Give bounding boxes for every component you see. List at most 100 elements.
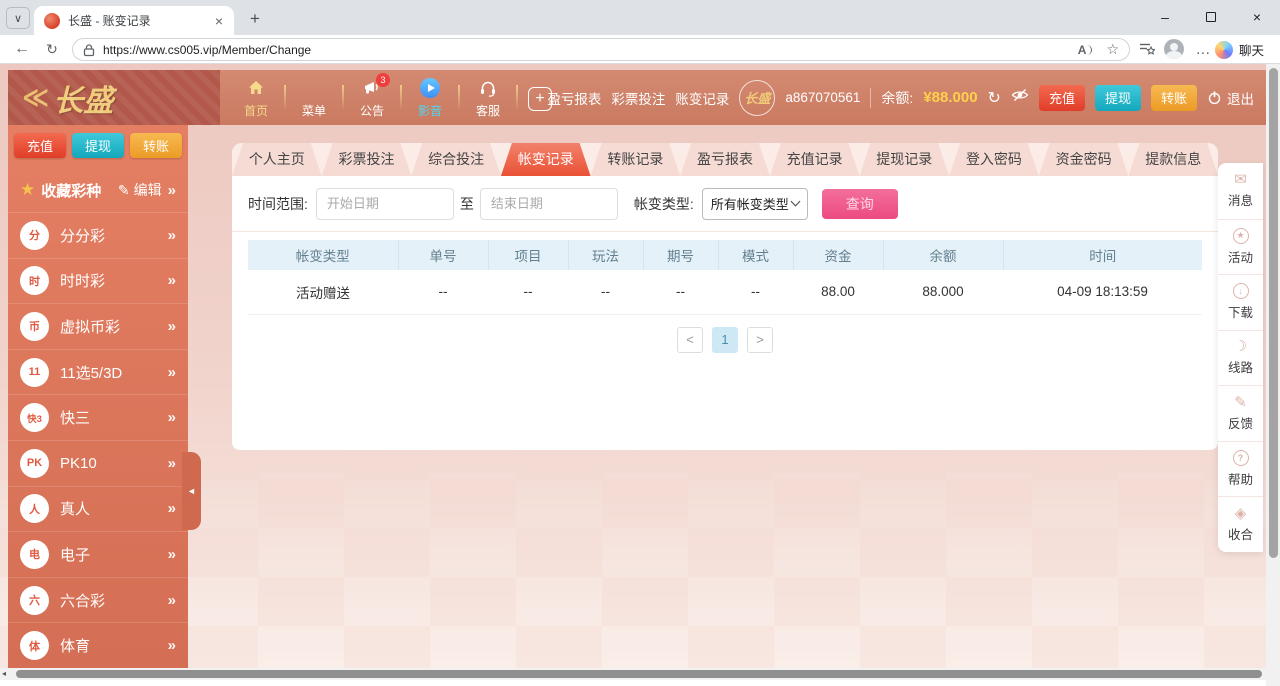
site-logo[interactable]: ≪ 长盛 xyxy=(8,70,220,125)
sidebar-transfer-button[interactable]: 转账 xyxy=(130,133,182,158)
pagination-next-button[interactable]: > xyxy=(747,327,773,353)
tab-deposit-records[interactable]: 充值记录 xyxy=(770,143,860,176)
change-type-select[interactable]: 所有帐变类型 xyxy=(702,188,808,220)
edit-favorites-button[interactable]: ✎ 编辑 xyxy=(118,180,162,200)
sidebar-item-11x5-3d[interactable]: 11 11选5/3D » xyxy=(8,349,188,395)
lock-icon xyxy=(83,43,95,57)
table-row: 活动赠送 -- -- -- -- -- 88.00 88.000 04-09 1… xyxy=(248,270,1202,314)
nav-item-home[interactable]: 首页 xyxy=(228,77,284,119)
toolbar-activities[interactable]: ★ 活动 xyxy=(1218,219,1263,275)
browser-tab[interactable]: 长盛 - 账变记录 × xyxy=(34,6,234,35)
sidebar-deposit-button[interactable]: 充值 xyxy=(14,133,66,158)
sidebar-item-slots[interactable]: 电 电子 » xyxy=(8,531,188,577)
toolbar-lines[interactable]: ☽ 线路 xyxy=(1218,330,1263,386)
member-tabs: 个人主页 彩票投注 综合投注 帐变记录 转账记录 盈亏报表 充值记录 提现记录 … xyxy=(232,143,1218,176)
withdraw-button[interactable]: 提现 xyxy=(1095,85,1141,111)
nav-item-menu[interactable]: 菜单 xyxy=(286,77,342,119)
logo-chevron-icon: ≪ xyxy=(22,82,45,113)
sidebar-item-ssc[interactable]: 时 时时彩 » xyxy=(8,258,188,304)
nav-item-media[interactable]: 影音 xyxy=(402,77,458,119)
sidebar-item-fast3[interactable]: 快3 快三 » xyxy=(8,394,188,440)
tab-combined-bets[interactable]: 综合投注 xyxy=(411,143,501,176)
tab-lottery-bets[interactable]: 彩票投注 xyxy=(322,143,412,176)
hide-balance-icon[interactable] xyxy=(1011,88,1029,107)
address-bar[interactable]: https://www.cs005.vip/Member/Change A ☆ xyxy=(72,38,1130,61)
pagination-page-1[interactable]: 1 xyxy=(712,327,738,353)
col-time: 时间 xyxy=(1003,240,1202,270)
scroll-left-arrow-icon[interactable]: ◂ xyxy=(2,669,6,679)
chevron-right-icon: » xyxy=(168,546,176,563)
link-lottery-bets[interactable]: 彩票投注 xyxy=(611,88,665,108)
chevron-right-icon: » xyxy=(168,272,176,289)
sidebar-item-live[interactable]: 人 真人 » xyxy=(8,486,188,532)
logout-button[interactable]: 退出 xyxy=(1207,88,1254,108)
favorite-lotteries-row[interactable]: ★ 收藏彩种 ✎ 编辑 » xyxy=(8,168,188,212)
tab-withdrawal-info[interactable]: 提款信息 xyxy=(1128,143,1218,176)
read-aloud-icon[interactable]: A xyxy=(1078,43,1093,57)
to-label: 至 xyxy=(460,194,474,214)
search-button[interactable]: 查询 xyxy=(822,189,898,219)
user-logo-badge: 长盛 xyxy=(739,80,775,116)
toolbar-download[interactable]: ↓ 下载 xyxy=(1218,274,1263,330)
minute-lottery-icon: 分 xyxy=(20,221,49,250)
horizontal-scrollbar[interactable]: ◂ xyxy=(0,668,1266,680)
link-account-change[interactable]: 账变记录 xyxy=(675,88,729,108)
collections-icon[interactable] xyxy=(1136,35,1158,63)
sidebar-collapse-handle[interactable]: ◄ xyxy=(182,452,201,530)
sidebar-item-pk10[interactable]: PK PK10 » xyxy=(8,440,188,486)
tab-profit-report[interactable]: 盈亏报表 xyxy=(680,143,770,176)
sidebar-item-sports[interactable]: 体 体育 » xyxy=(8,622,188,668)
back-button[interactable]: ← xyxy=(10,35,34,63)
copilot-chat-button[interactable]: 聊天 xyxy=(1207,37,1272,62)
window-close-button[interactable]: × xyxy=(1234,0,1280,33)
avatar-icon xyxy=(1164,39,1184,59)
col-mode: 模式 xyxy=(718,240,793,270)
vertical-scrollbar[interactable] xyxy=(1266,64,1280,668)
reload-button[interactable]: ↻ xyxy=(40,35,64,63)
toolbar-help[interactable]: ? 帮助 xyxy=(1218,441,1263,497)
tab-account-change[interactable]: 帐变记录 xyxy=(501,143,591,176)
window-maximize-button[interactable] xyxy=(1188,0,1234,33)
cell-item: -- xyxy=(488,270,568,314)
sidebar-item-mark-six[interactable]: 六 六合彩 » xyxy=(8,577,188,623)
end-date-input[interactable] xyxy=(480,188,618,220)
transfer-button[interactable]: 转账 xyxy=(1151,85,1197,111)
chevron-right-icon: » xyxy=(168,500,176,517)
deposit-button[interactable]: 充值 xyxy=(1039,85,1085,111)
maximize-icon xyxy=(1206,12,1216,22)
nav-item-customer-service[interactable]: 客服 xyxy=(460,77,516,119)
sidebar-item-ffc[interactable]: 分 分分彩 » xyxy=(8,212,188,258)
change-type-label: 帐变类型: xyxy=(634,194,694,214)
toolbar-feedback[interactable]: ✎ 反馈 xyxy=(1218,385,1263,441)
tab-login-password[interactable]: 登入密码 xyxy=(949,143,1039,176)
chevron-right-icon: » xyxy=(168,227,176,244)
window-minimize-button[interactable]: – xyxy=(1142,0,1188,33)
profile-avatar[interactable] xyxy=(1162,35,1186,63)
nav-item-announcements[interactable]: 公告 3 xyxy=(344,77,400,119)
col-issue: 期号 xyxy=(643,240,718,270)
toolbar-collapse[interactable]: ◈ 收合 xyxy=(1218,496,1263,552)
tab-search-chevron-icon[interactable]: ∨ xyxy=(6,7,30,29)
nav-divider xyxy=(516,85,518,109)
favorite-star-icon[interactable]: ☆ xyxy=(1106,41,1119,58)
sidebar-item-crypto[interactable]: 币 虚拟币彩 » xyxy=(8,303,188,349)
vertical-scrollbar-thumb[interactable] xyxy=(1269,68,1278,558)
cell-time: 04-09 18:13:59 xyxy=(1003,270,1202,314)
sidebar-withdraw-button[interactable]: 提现 xyxy=(72,133,124,158)
tab-withdraw-records[interactable]: 提现记录 xyxy=(859,143,949,176)
horizontal-scrollbar-thumb[interactable] xyxy=(16,670,1262,678)
refresh-balance-icon[interactable]: ↻ xyxy=(988,88,1001,108)
tab-transfer-records[interactable]: 转账记录 xyxy=(591,143,681,176)
tab-close-icon[interactable]: × xyxy=(212,13,226,29)
favorite-lotteries-label: 收藏彩种 xyxy=(41,180,112,201)
pagination-prev-button[interactable]: < xyxy=(677,327,703,353)
pagination: < 1 > xyxy=(232,327,1218,353)
toolbar-messages[interactable]: ✉ 消息 xyxy=(1218,163,1263,219)
tab-fund-password[interactable]: 资金密码 xyxy=(1039,143,1129,176)
tab-personal-home[interactable]: 个人主页 xyxy=(232,143,322,176)
new-tab-button[interactable]: + xyxy=(244,8,266,30)
star-icon: ★ xyxy=(20,180,35,200)
filter-bar: 时间范围: 至 帐变类型: 所有帐变类型 查询 xyxy=(232,176,1218,232)
start-date-input[interactable] xyxy=(316,188,454,220)
link-profit-report[interactable]: 盈亏报表 xyxy=(547,88,601,108)
